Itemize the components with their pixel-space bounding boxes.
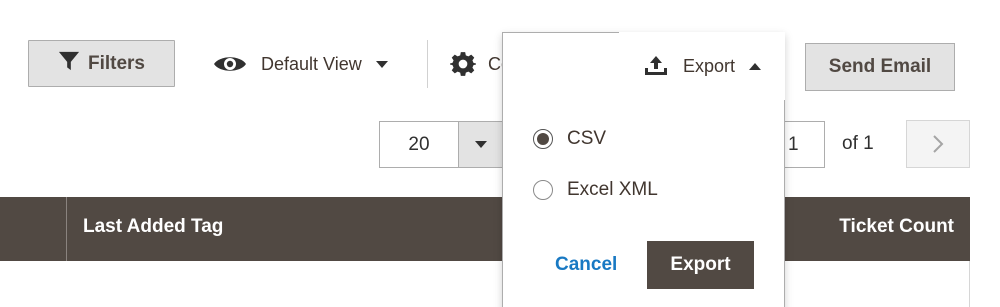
radio-button[interactable]: [533, 180, 553, 200]
page-total-label: of 1: [842, 133, 874, 154]
export-option-csv[interactable]: CSV: [533, 128, 606, 150]
caret-down-icon: [475, 141, 487, 148]
table-row: [0, 261, 970, 307]
cancel-export-link[interactable]: Cancel: [555, 254, 617, 276]
upload-tray-icon: [643, 55, 669, 77]
default-view-label: Default View: [261, 53, 362, 74]
export-option-excel-xml[interactable]: Excel XML: [533, 179, 658, 201]
filter-funnel-icon: [58, 50, 80, 78]
caret-up-icon: [749, 62, 762, 70]
send-email-button[interactable]: Send Email: [805, 43, 955, 91]
export-dropdown-toggle[interactable]: Export: [619, 32, 785, 100]
export-option-label: CSV: [567, 128, 607, 149]
filters-button[interactable]: Filters: [28, 40, 175, 87]
chevron-right-icon: [932, 134, 944, 154]
eye-icon: [213, 53, 247, 75]
next-page-button[interactable]: [906, 120, 970, 168]
toolbar-divider: [427, 40, 428, 88]
default-view-dropdown[interactable]: Default View: [213, 48, 388, 80]
column-header-last-added-tag[interactable]: Last Added Tag: [83, 216, 223, 238]
per-page-selector[interactable]: 20: [379, 121, 504, 168]
grid-column-divider: [66, 197, 67, 261]
export-option-label: Excel XML: [567, 179, 658, 200]
radio-button-checked[interactable]: [533, 129, 553, 149]
export-label: Export: [682, 55, 736, 76]
export-submit-button[interactable]: Export: [647, 241, 754, 289]
filters-label: Filters: [87, 52, 146, 74]
caret-down-icon: [375, 60, 388, 68]
column-header-ticket-count[interactable]: Ticket Count: [839, 216, 954, 238]
per-page-toggle[interactable]: [459, 122, 503, 167]
per-page-value: 20: [380, 122, 459, 167]
gear-icon: [450, 51, 476, 77]
